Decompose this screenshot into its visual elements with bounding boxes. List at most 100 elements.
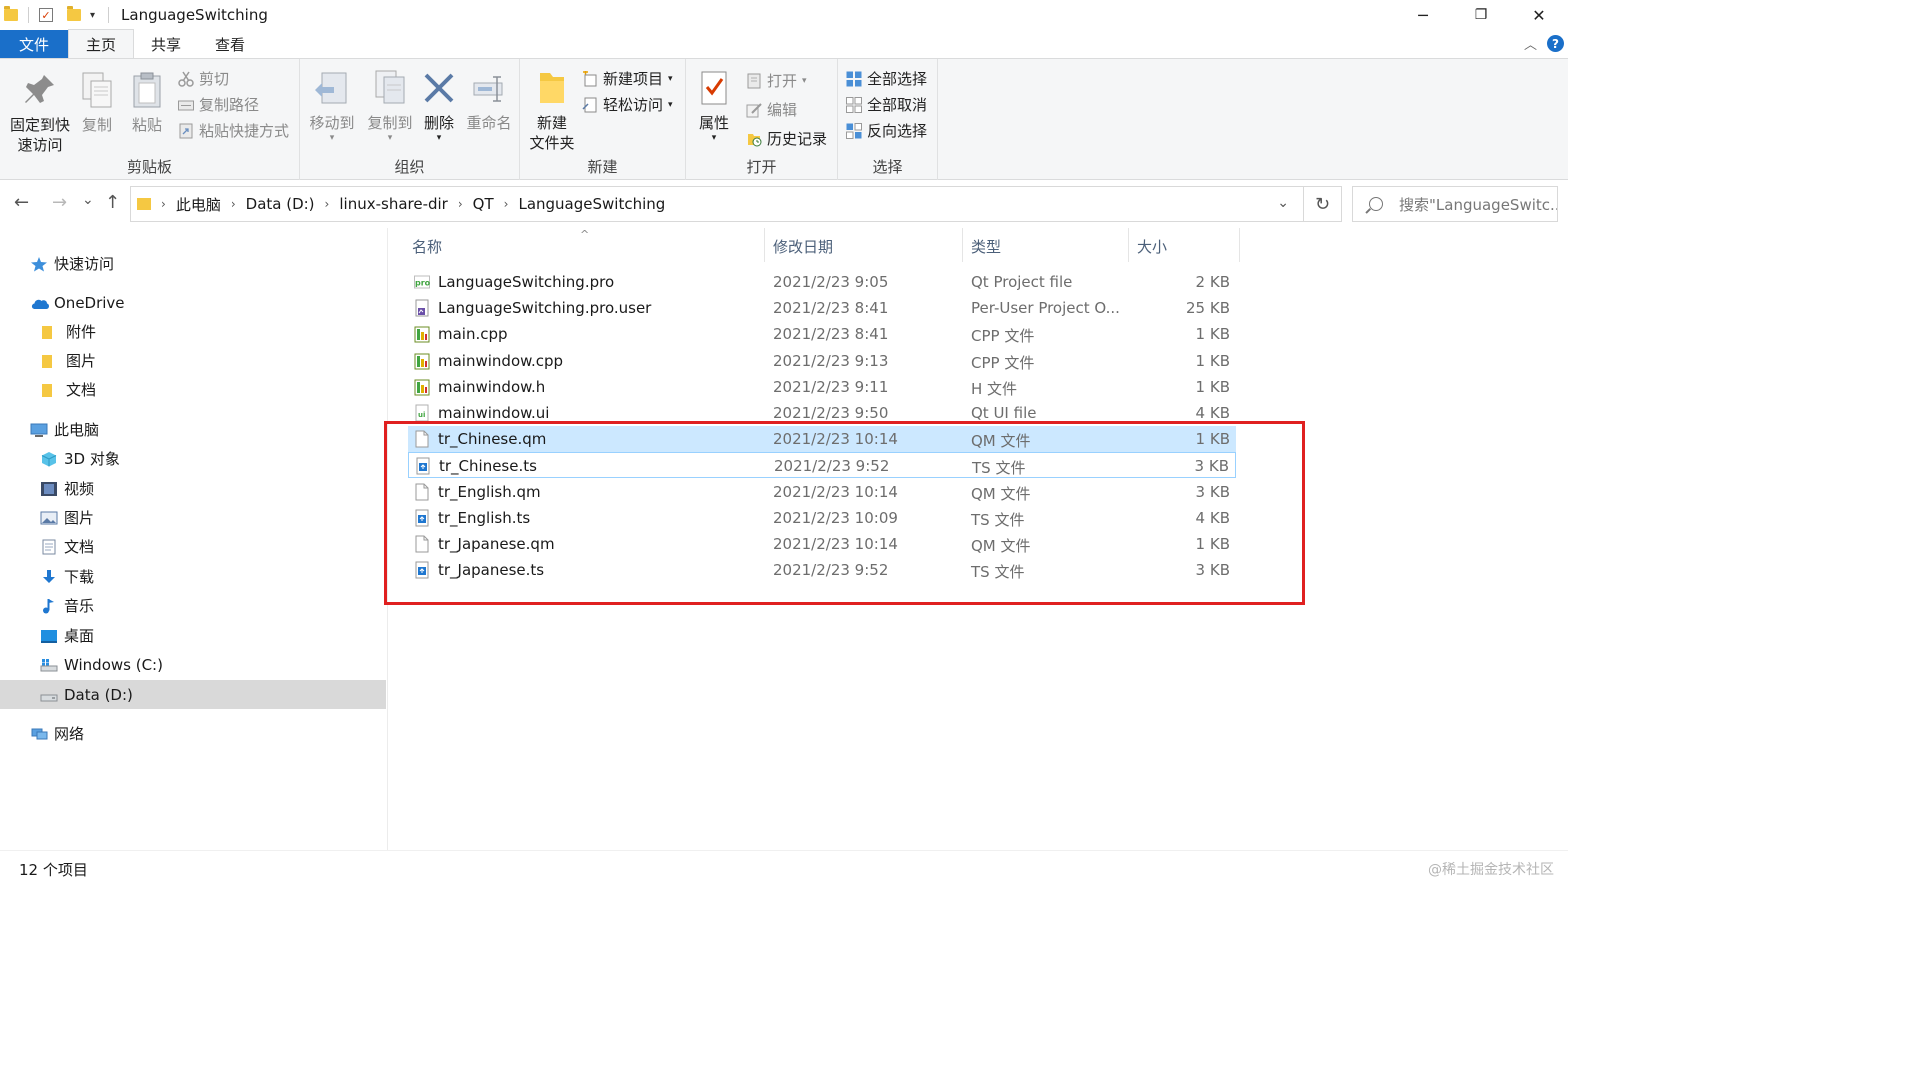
nav-documents[interactable]: 文档 (0, 532, 386, 561)
nav-pictures[interactable]: 图片 (0, 503, 386, 532)
file-row[interactable]: LanguageSwitching.pro.user 2021/2/23 8:41… (408, 295, 1236, 321)
nav-this-pc[interactable]: 此电脑 (0, 415, 386, 444)
search-input[interactable]: 搜索"LanguageSwitc... (1352, 186, 1558, 222)
breadcrumb-data-d[interactable]: Data (D:) (246, 195, 315, 213)
rename-button[interactable]: 重命名 (464, 69, 514, 133)
history-button[interactable]: 历史记录 (746, 128, 827, 149)
copy-button[interactable]: 复制 (76, 71, 118, 135)
file-row[interactable]: tr_English.ts 2021/2/23 10:09 TS 文件 4 KB (408, 505, 1236, 531)
file-list[interactable]: ^ 名称 修改日期 类型 大小 pro LanguageSwitching.pro… (388, 228, 1568, 850)
nav-data-d[interactable]: Data (D:) (0, 680, 386, 709)
breadcrumb-separator[interactable]: › (458, 197, 463, 211)
breadcrumb-separator[interactable]: › (231, 197, 236, 211)
new-folder-label-line2: 文件夹 (529, 134, 575, 152)
cut-button[interactable]: 剪切 (178, 68, 229, 89)
restore-button[interactable]: ❐ (1452, 0, 1510, 30)
navigation-pane[interactable]: 快速访问 OneDrive 附件 图片 文档 此电脑 3D 对象 视频 图片 文… (0, 228, 388, 850)
breadcrumb-separator[interactable]: › (161, 197, 166, 211)
file-row[interactable]: mainwindow.h 2021/2/23 9:11 H 文件 1 KB (408, 374, 1236, 400)
nav-music[interactable]: 音乐 (0, 591, 386, 620)
folder-icon (42, 382, 60, 398)
move-to-button[interactable]: 移动到 ▾ (304, 69, 360, 143)
edit-button[interactable]: 编辑 (746, 99, 797, 120)
column-header-date[interactable]: 修改日期 (773, 236, 833, 257)
breadcrumb-languageswitching[interactable]: LanguageSwitching (518, 195, 665, 213)
nav-onedrive[interactable]: OneDrive (0, 288, 386, 317)
nav-label: 快速访问 (54, 255, 115, 273)
select-none-button[interactable]: 全部取消 (846, 94, 927, 115)
column-header-size[interactable]: 大小 (1137, 236, 1167, 257)
breadcrumb-this-pc[interactable]: 此电脑 (176, 194, 221, 215)
column-divider[interactable] (962, 228, 963, 262)
breadcrumb-separator[interactable]: › (325, 197, 330, 211)
new-folder-icon[interactable] (67, 6, 81, 21)
nav-onedrive-attachments[interactable]: 附件 (0, 317, 386, 346)
file-row[interactable]: tr_Chinese.qm 2021/2/23 10:14 QM 文件 1 KB (408, 426, 1236, 453)
nav-quick-access[interactable]: 快速访问 (0, 249, 386, 278)
minimize-ribbon-icon[interactable]: ︿ (1524, 34, 1537, 53)
file-row[interactable]: tr_Chinese.ts 2021/2/23 9:52 TS 文件 3 KB (408, 452, 1236, 479)
nav-label: 3D 对象 (64, 450, 120, 468)
nav-videos[interactable]: 视频 (0, 474, 386, 503)
file-row[interactable]: main.cpp 2021/2/23 8:41 CPP 文件 1 KB (408, 321, 1236, 347)
invert-selection-button[interactable]: 反向选择 (846, 120, 927, 141)
help-icon[interactable]: ? (1547, 35, 1564, 52)
new-item-button[interactable]: 新建项目 ▾ (582, 68, 673, 89)
recent-locations-button[interactable]: ⌄ (82, 192, 94, 208)
breadcrumb-qt[interactable]: QT (473, 195, 494, 213)
customize-toolbar-dropdown[interactable]: ▾ (87, 10, 98, 21)
column-divider[interactable] (764, 228, 765, 262)
tab-home[interactable]: 主页 (68, 29, 135, 58)
window-controls: ─ ❐ ✕ (1394, 0, 1568, 30)
back-button[interactable]: ← (14, 192, 29, 213)
refresh-button[interactable]: ↻ (1304, 186, 1342, 222)
up-button[interactable]: ↑ (105, 192, 120, 213)
easy-access-button[interactable]: 轻松访问 ▾ (582, 94, 673, 115)
column-divider[interactable] (1128, 228, 1129, 262)
breadcrumb-linux-share-dir[interactable]: linux-share-dir (339, 195, 448, 213)
column-header-type[interactable]: 类型 (971, 236, 1001, 257)
select-all-button[interactable]: 全部选择 (846, 68, 927, 89)
nav-desktop[interactable]: 桌面 (0, 621, 386, 650)
paste-button[interactable]: 粘贴 (126, 71, 168, 135)
file-size: 3 KB (1195, 561, 1230, 580)
nav-onedrive-documents[interactable]: 文档 (0, 375, 386, 404)
breadcrumb-separator[interactable]: › (504, 197, 509, 211)
copy-to-button[interactable]: 复制到 ▾ (362, 69, 418, 143)
pin-to-quick-access-button[interactable]: 固定到快 速访问 (8, 71, 72, 155)
nav-onedrive-pictures[interactable]: 图片 (0, 346, 386, 375)
column-divider[interactable] (1239, 228, 1240, 262)
paste-shortcut-button[interactable]: 粘贴快捷方式 (178, 120, 289, 141)
file-row[interactable]: mainwindow.cpp 2021/2/23 9:13 CPP 文件 1 KB (408, 348, 1236, 374)
column-header-name[interactable]: 名称 (412, 236, 442, 257)
minimize-button[interactable]: ─ (1394, 0, 1452, 30)
nav-network[interactable]: 网络 (0, 719, 386, 748)
file-row[interactable]: tr_English.qm 2021/2/23 10:14 QM 文件 3 KB (408, 479, 1236, 505)
delete-button[interactable]: 删除 ▾ (418, 69, 460, 143)
properties-check-icon[interactable]: ✓ (39, 8, 53, 22)
rename-label: 重命名 (466, 114, 512, 132)
file-row[interactable]: tr_Japanese.qm 2021/2/23 10:14 QM 文件 1 KB (408, 531, 1236, 557)
tab-share[interactable]: 共享 (134, 30, 198, 58)
nav-label: 下载 (64, 568, 95, 586)
address-bar[interactable]: › 此电脑 › Data (D:) › linux-share-dir › QT… (130, 186, 1304, 222)
close-button[interactable]: ✕ (1510, 0, 1568, 30)
new-folder-button[interactable]: 新建 文件夹 (526, 69, 578, 153)
tab-file[interactable]: 文件 (0, 30, 69, 58)
chevron-down-icon: ▾ (436, 133, 442, 143)
file-date: 2021/2/23 9:50 (773, 404, 889, 422)
blank-file-icon (414, 535, 430, 553)
nav-downloads[interactable]: 下载 (0, 562, 386, 591)
file-row[interactable]: ui mainwindow.ui 2021/2/23 9:50 Qt UI file 4… (408, 400, 1236, 426)
file-row[interactable]: pro LanguageSwitching.pro 2021/2/23 9:05 Qt… (408, 269, 1236, 295)
forward-button[interactable]: → (52, 192, 67, 213)
copy-path-button[interactable]: 复制路径 (178, 94, 259, 115)
open-button[interactable]: 打开 ▾ (746, 70, 807, 91)
file-type: QM 文件 (971, 537, 1031, 555)
address-history-dropdown[interactable]: ⌄ (1277, 195, 1289, 211)
nav-windows-c[interactable]: Windows (C:) (0, 650, 386, 679)
properties-button[interactable]: 属性 ▾ (692, 69, 736, 143)
file-row[interactable]: tr_Japanese.ts 2021/2/23 9:52 TS 文件 3 KB (408, 557, 1236, 583)
tab-view[interactable]: 查看 (198, 30, 262, 58)
nav-3d-objects[interactable]: 3D 对象 (0, 444, 386, 473)
